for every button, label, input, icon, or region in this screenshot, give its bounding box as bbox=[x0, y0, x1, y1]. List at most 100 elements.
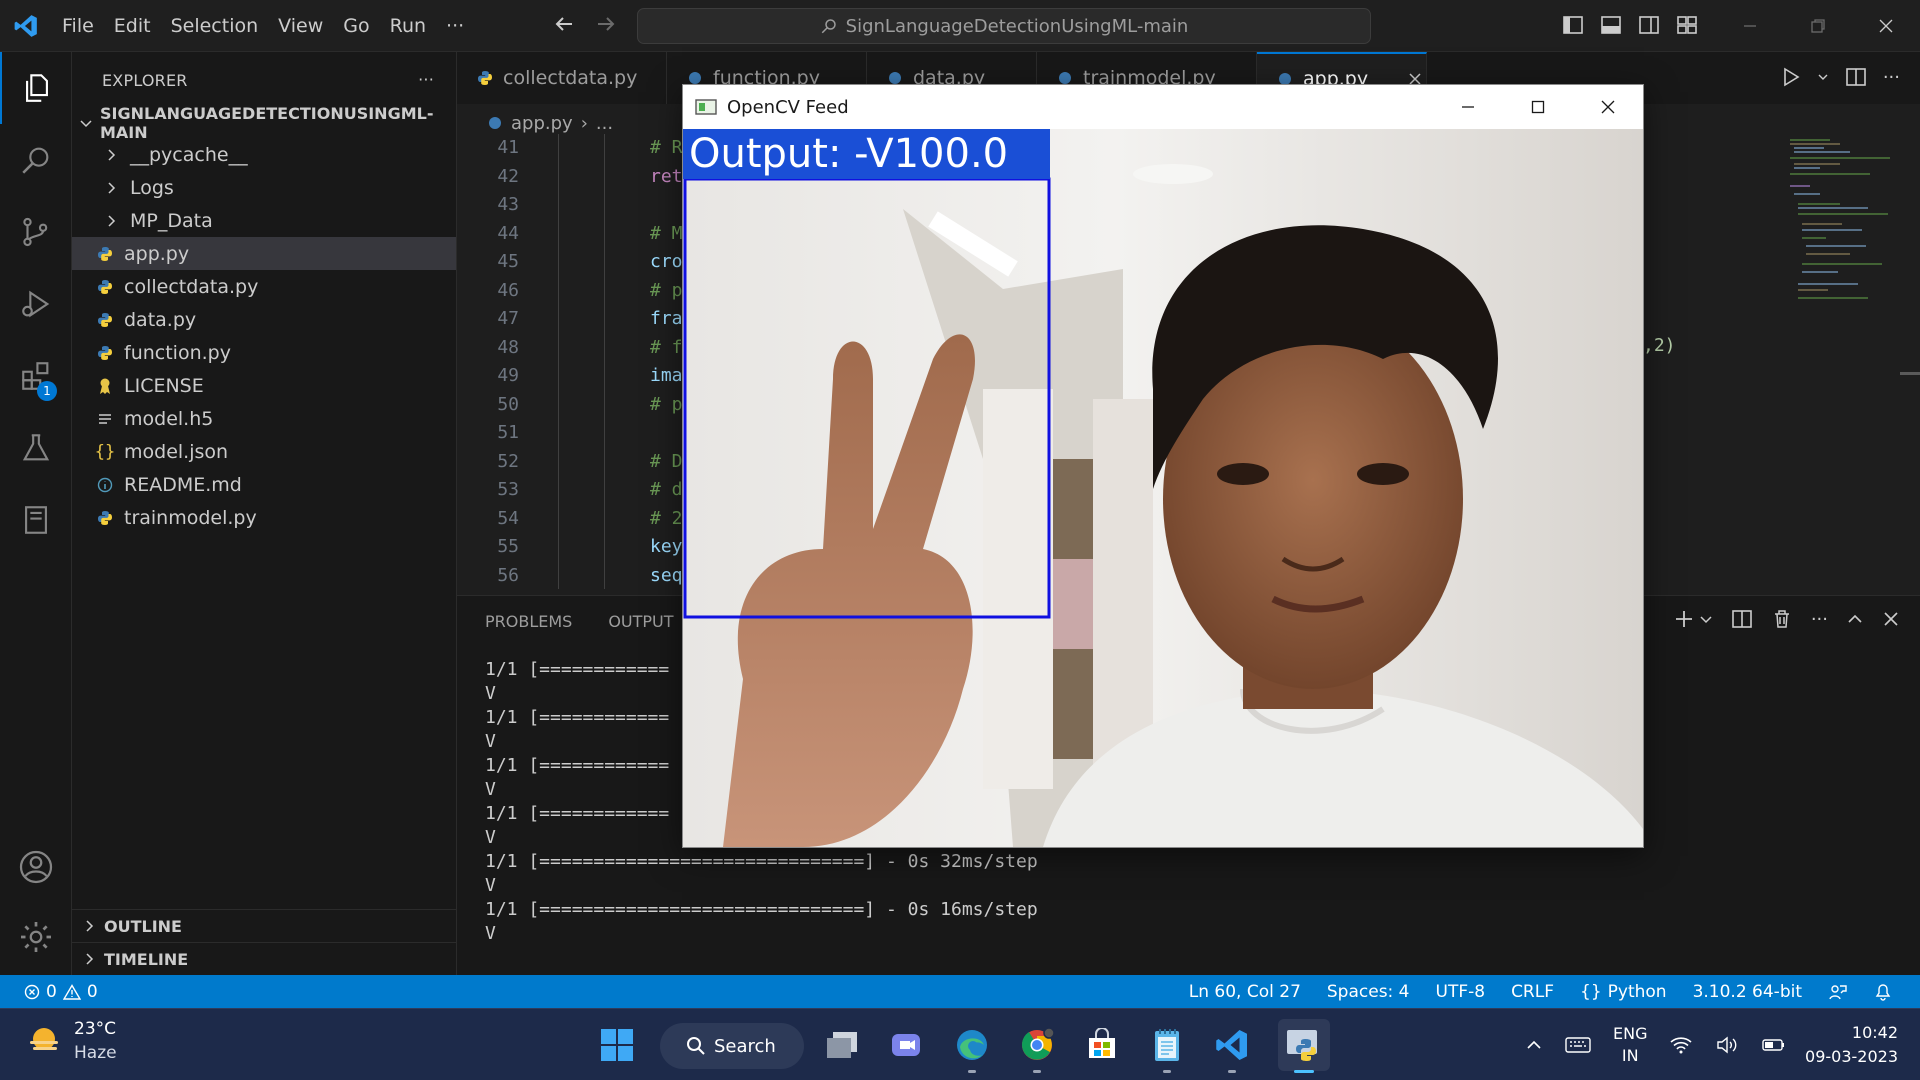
running-indicator bbox=[968, 1070, 976, 1073]
task-view-icon[interactable] bbox=[816, 1019, 868, 1071]
command-center-search[interactable]: SignLanguageDetectionUsingML-main bbox=[637, 8, 1371, 44]
input-language[interactable]: ENG IN bbox=[1613, 1023, 1647, 1067]
chevron-right-icon bbox=[82, 952, 96, 966]
menu-more[interactable]: ··· bbox=[436, 0, 474, 52]
extensions-badge: 1 bbox=[37, 381, 57, 401]
accounts-icon[interactable] bbox=[0, 831, 72, 903]
editor-more-actions-icon[interactable]: ··· bbox=[1883, 67, 1900, 88]
testing-icon[interactable] bbox=[0, 412, 72, 484]
panel-more-actions-icon[interactable]: ··· bbox=[1811, 609, 1828, 630]
show-hidden-icons-chevron-icon[interactable] bbox=[1525, 1036, 1543, 1054]
run-debug-icon[interactable] bbox=[0, 268, 72, 340]
notepad-icon[interactable] bbox=[1141, 1019, 1193, 1073]
tree-item-mp-data[interactable]: MP_Data bbox=[100, 204, 456, 237]
system-clock[interactable]: 10:42 09-03-2023 bbox=[1805, 1021, 1898, 1069]
code-line: fra bbox=[650, 308, 683, 329]
indentation-status[interactable]: Spaces: 4 bbox=[1327, 982, 1410, 1002]
tree-item-logs[interactable]: Logs bbox=[100, 171, 456, 204]
menu-edit[interactable]: Edit bbox=[104, 0, 161, 52]
teams-chat-icon[interactable] bbox=[881, 1019, 933, 1071]
trash-icon[interactable] bbox=[1771, 608, 1793, 630]
activity-bar: 1 bbox=[0, 52, 72, 975]
search-view-icon[interactable] bbox=[0, 124, 72, 196]
system-tray: ENG IN bbox=[1525, 1009, 1787, 1080]
split-editor-icon[interactable] bbox=[1845, 66, 1867, 88]
tree-item-readme-md[interactable]: README.md bbox=[72, 468, 456, 501]
opencv-title-bar[interactable]: OpenCV Feed bbox=[683, 85, 1643, 129]
taskbar-search[interactable]: Search bbox=[660, 1023, 804, 1069]
wifi-icon[interactable] bbox=[1669, 1035, 1693, 1055]
tab-problems[interactable]: PROBLEMS bbox=[485, 612, 572, 631]
menu-run[interactable]: Run bbox=[380, 0, 436, 52]
microsoft-store-icon[interactable] bbox=[1076, 1019, 1128, 1071]
line-number: 52 bbox=[497, 450, 519, 472]
workspace-root-folder[interactable]: SIGNLANGUAGEDETECTIONUSINGML-MAIN bbox=[72, 104, 456, 142]
tree-item-model-h5[interactable]: model.h5 bbox=[72, 402, 456, 435]
minimize-icon[interactable] bbox=[1716, 0, 1784, 52]
timeline-section[interactable]: TIMELINE bbox=[72, 942, 457, 975]
menu-file[interactable]: File bbox=[52, 0, 104, 52]
battery-icon[interactable] bbox=[1761, 1035, 1787, 1055]
split-terminal-icon[interactable] bbox=[1731, 608, 1753, 630]
extensions-icon[interactable]: 1 bbox=[0, 340, 72, 412]
tab-output[interactable]: OUTPUT bbox=[608, 612, 673, 631]
toggle-panel-icon[interactable] bbox=[1600, 14, 1622, 36]
opencv-close-icon[interactable] bbox=[1573, 85, 1643, 129]
menu-selection[interactable]: Selection bbox=[161, 0, 269, 52]
source-control-icon[interactable] bbox=[0, 196, 72, 268]
language-mode[interactable]: {} Python bbox=[1580, 982, 1667, 1002]
notebook-icon[interactable] bbox=[0, 484, 72, 556]
cursor-position[interactable]: Ln 60, Col 27 bbox=[1189, 982, 1301, 1002]
eol-status[interactable]: CRLF bbox=[1511, 982, 1554, 1002]
breadcrumb-file[interactable]: app.py bbox=[511, 113, 573, 134]
back-arrow-icon[interactable] bbox=[552, 12, 576, 36]
feedback-icon[interactable] bbox=[1828, 982, 1848, 1002]
forward-arrow-icon[interactable] bbox=[594, 12, 618, 36]
explorer-more-actions[interactable]: ··· bbox=[418, 70, 434, 89]
breadcrumb-symbol[interactable]: ... bbox=[596, 113, 613, 134]
outline-section[interactable]: OUTLINE bbox=[72, 909, 457, 942]
code-line: cro bbox=[650, 251, 683, 272]
opencv-maximize-icon[interactable] bbox=[1503, 85, 1573, 129]
touch-keyboard-icon[interactable] bbox=[1565, 1035, 1591, 1055]
restore-icon[interactable] bbox=[1784, 0, 1852, 52]
python-interpreter[interactable]: 3.10.2 64-bit bbox=[1693, 982, 1802, 1002]
tree-item-pycache[interactable]: __pycache__ bbox=[100, 138, 456, 171]
tree-item-license[interactable]: LICENSE bbox=[72, 369, 456, 402]
menu-go[interactable]: Go bbox=[333, 0, 379, 52]
customize-layout-icon[interactable] bbox=[1676, 14, 1698, 36]
terminal-dropdown-chevron-icon[interactable] bbox=[1699, 612, 1713, 626]
running-indicator bbox=[1033, 1070, 1041, 1073]
close-panel-icon[interactable] bbox=[1882, 610, 1900, 628]
tree-item-function-py[interactable]: function.py bbox=[72, 336, 456, 369]
code-editor[interactable]: # R ret # M cro # p fra # f ima # p # D … bbox=[650, 134, 683, 590]
opencv-minimize-icon[interactable] bbox=[1433, 85, 1503, 129]
close-window-icon[interactable] bbox=[1852, 0, 1920, 52]
volume-icon[interactable] bbox=[1715, 1035, 1739, 1055]
python-taskbar-icon[interactable] bbox=[1278, 1019, 1330, 1073]
tab-collectdata-py[interactable]: collectdata.py bbox=[457, 52, 667, 104]
edge-browser-icon[interactable] bbox=[946, 1019, 998, 1073]
tree-item-app-py[interactable]: app.py bbox=[72, 237, 456, 270]
maximize-panel-chevron-up-icon[interactable] bbox=[1846, 610, 1864, 628]
weather-widget[interactable]: 23°C Haze bbox=[24, 1017, 117, 1065]
problems-status[interactable]: 0 0 bbox=[24, 982, 98, 1002]
run-dropdown-chevron-icon[interactable] bbox=[1817, 71, 1829, 83]
encoding-status[interactable]: UTF-8 bbox=[1436, 982, 1486, 1002]
tree-item-data-py[interactable]: data.py bbox=[72, 303, 456, 336]
chrome-browser-icon[interactable] bbox=[1011, 1019, 1063, 1073]
minimap[interactable] bbox=[1780, 134, 1900, 354]
vscode-taskbar-icon[interactable] bbox=[1206, 1019, 1258, 1073]
tree-item-collectdata-py[interactable]: collectdata.py bbox=[72, 270, 456, 303]
menu-view[interactable]: View bbox=[268, 0, 333, 52]
new-terminal-icon[interactable] bbox=[1673, 608, 1695, 630]
start-button[interactable] bbox=[591, 1019, 643, 1071]
notifications-bell-icon[interactable] bbox=[1874, 982, 1892, 1002]
run-python-file-icon[interactable] bbox=[1779, 66, 1801, 88]
settings-gear-icon[interactable] bbox=[0, 901, 72, 973]
toggle-secondary-sidebar-icon[interactable] bbox=[1638, 14, 1660, 36]
toggle-primary-sidebar-icon[interactable] bbox=[1562, 14, 1584, 36]
tree-item-model-json[interactable]: {} model.json bbox=[72, 435, 456, 468]
explorer-icon[interactable] bbox=[0, 52, 72, 124]
tree-item-trainmodel-py[interactable]: trainmodel.py bbox=[72, 501, 456, 534]
